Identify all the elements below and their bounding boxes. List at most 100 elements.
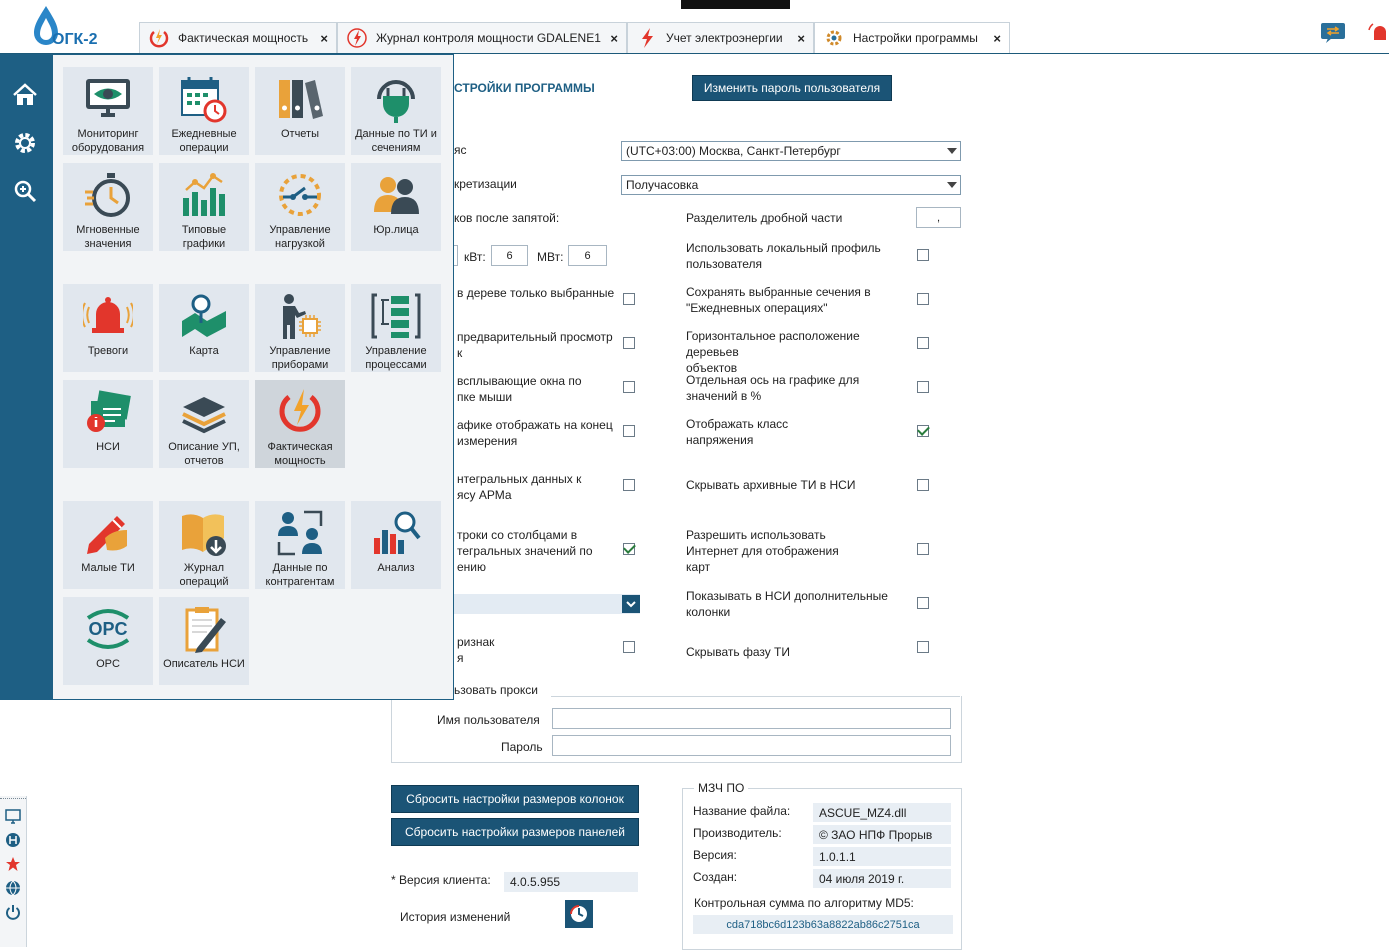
menu-tile-alarm-bell[interactable]: Тревоги <box>63 284 153 372</box>
menu-tile-layers[interactable]: Описание УП, отчетов <box>159 380 249 468</box>
star-icon[interactable] <box>3 854 23 874</box>
close-icon[interactable]: × <box>993 31 1001 46</box>
monitor-eye-icon <box>82 73 134 125</box>
timezone-select[interactable]: (UTC+03:00) Москва, Санкт-Петербург <box>621 141 961 161</box>
power-icon[interactable] <box>3 902 23 922</box>
proxy-legend: ьзовать прокси <box>454 683 538 697</box>
proxy-group-top-border <box>551 696 960 697</box>
menu-tile-calendar-clock[interactable]: Ежедневные операции <box>159 67 249 155</box>
menu-tile-binders[interactable]: Отчеты <box>255 67 345 155</box>
left-option-label: всплывающие окна по пке мыши <box>457 374 582 404</box>
decimal-separator-input[interactable]: , <box>916 207 961 228</box>
right-option-label: Горизонтальное расположение деревьев объ… <box>686 329 860 375</box>
menu-tile-label: Управление приборами <box>269 345 331 371</box>
left-option-checkbox[interactable] <box>623 337 635 349</box>
change-password-button[interactable]: Изменить пароль пользователя <box>692 75 892 101</box>
tab-energy-accounting[interactable]: Учет электроэнергии × <box>627 22 814 53</box>
people-icon <box>370 169 422 221</box>
left-option-label: афике отображать на конец измерения <box>457 418 613 448</box>
menu-tile-process[interactable]: Управление процессами <box>351 284 441 372</box>
left-option-checkbox[interactable] <box>623 381 635 393</box>
menu-tile-clipboard-pen[interactable]: Описатель НСИ <box>159 597 249 685</box>
zoom-icon[interactable] <box>10 176 40 206</box>
menu-tile-pencil-hand[interactable]: Малые ТИ <box>63 501 153 589</box>
menu-tile-map[interactable]: Карта <box>159 284 249 372</box>
menu-tile-presenter-chip[interactable]: Управление приборами <box>255 284 345 372</box>
binders-icon <box>274 73 326 125</box>
right-option-checkbox[interactable] <box>917 249 929 261</box>
right-option-label: Скрывать фазу ТИ <box>686 645 791 659</box>
home-icon[interactable] <box>10 80 40 110</box>
app-menu-popup: Мониторинг оборудования Ежедневные операц… <box>52 54 454 700</box>
menu-tile-stopwatch[interactable]: Мгновенные значения <box>63 163 153 251</box>
menu-tile-people[interactable]: Юр.лица <box>351 163 441 251</box>
process-icon <box>370 290 422 342</box>
proxy-password-input[interactable] <box>552 735 951 756</box>
mz-vendor-label: Производитель: <box>693 826 782 840</box>
mw-label: МВт: <box>537 250 564 264</box>
menu-tile-monitor-eye[interactable]: Мониторинг оборудования <box>63 67 153 155</box>
reset-panels-button[interactable]: Сбросить настройки размеров панелей <box>391 818 639 846</box>
left-option-checkbox[interactable] <box>623 641 635 653</box>
mz-created-label: Создан: <box>693 870 738 884</box>
menu-tile-contacts[interactable]: Данные по контрагентам <box>255 501 345 589</box>
discretization-value: Получасовка <box>626 178 699 192</box>
globe-icon[interactable] <box>3 878 23 898</box>
menu-tile-analysis[interactable]: Анализ <box>351 501 441 589</box>
right-option-checkbox[interactable] <box>917 641 929 653</box>
left-option-label: в дереве только выбранные <box>457 286 615 300</box>
menu-tile-info-card[interactable]: НСИ <box>63 380 153 468</box>
timezone-label: яс <box>454 143 467 157</box>
right-option-label: Отображать класс напряжения <box>686 417 789 447</box>
left-dropdown[interactable] <box>454 594 640 614</box>
tab-actual-power[interactable]: Фактическая мощность × <box>139 22 337 53</box>
close-icon[interactable]: × <box>610 31 618 46</box>
right-option-checkbox[interactable] <box>917 293 929 305</box>
right-option-checkbox[interactable] <box>917 543 929 555</box>
left-option-checkbox[interactable] <box>623 479 635 491</box>
mz-file-value: ASCUE_MZ4.dll <box>813 803 951 822</box>
layers-icon <box>178 386 230 438</box>
menu-tile-opc[interactable]: OPC OPC <box>63 597 153 685</box>
menu-tile-plug[interactable]: Данные по ТИ и сечениям <box>351 67 441 155</box>
discretization-select[interactable]: Получасовка <box>621 175 961 195</box>
monitor-icon[interactable] <box>3 806 23 826</box>
right-option-checkbox[interactable] <box>917 425 929 437</box>
mw-decimals-input[interactable]: 6 <box>568 245 607 266</box>
left-option-checkbox[interactable] <box>623 425 635 437</box>
book-download-icon <box>178 507 230 559</box>
history-icon[interactable] <box>565 900 593 928</box>
menu-tile-label: Журнал операций <box>179 562 229 588</box>
stopwatch-icon <box>82 169 134 221</box>
settings-page: СТРОЙКИ ПРОГРАММЫ Изменить пароль пользо… <box>391 54 1389 950</box>
right-option-checkbox[interactable] <box>917 381 929 393</box>
kw-decimals-input[interactable]: 6 <box>491 245 528 266</box>
discretization-label: кретизации <box>454 177 517 191</box>
right-option-checkbox[interactable] <box>917 479 929 491</box>
alarm-icon[interactable] <box>1368 22 1389 44</box>
menu-tile-bar-chart[interactable]: Типовые графики <box>159 163 249 251</box>
tab-power-journal[interactable]: Журнал контроля мощности GDALENE1 × <box>337 22 627 53</box>
left-option-checkbox[interactable] <box>623 543 635 555</box>
mz-md5-value: cda718bc6d123b63a8822ab86c2751ca <box>693 915 953 934</box>
close-icon[interactable]: × <box>320 31 328 46</box>
menu-tile-book-download[interactable]: Журнал операций <box>159 501 249 589</box>
proxy-username-input[interactable] <box>552 708 951 729</box>
right-option-checkbox[interactable] <box>917 337 929 349</box>
menu-tile-power-bolt[interactable]: Фактическая мощность <box>255 380 345 468</box>
right-option-checkbox[interactable] <box>917 597 929 609</box>
close-icon[interactable]: × <box>797 31 805 46</box>
analysis-icon <box>370 507 422 559</box>
left-option-checkbox[interactable] <box>623 293 635 305</box>
chevron-down-icon <box>944 177 960 193</box>
menu-tile-label: Отчеты <box>280 128 320 140</box>
chevron-down-icon[interactable] <box>622 595 640 613</box>
reset-columns-button[interactable]: Сбросить настройки размеров колонок <box>391 785 639 813</box>
info-icon[interactable] <box>3 830 23 850</box>
left-option-label: предварительный просмотр к <box>457 330 613 360</box>
gear-icon[interactable] <box>10 128 40 158</box>
menu-tile-switch[interactable]: Управление нагрузкой <box>255 163 345 251</box>
tab-program-settings[interactable]: Настройки программы × <box>814 22 1010 53</box>
messages-icon[interactable] <box>1320 22 1346 44</box>
menu-tile-label: Фактическая мощность <box>267 441 333 467</box>
